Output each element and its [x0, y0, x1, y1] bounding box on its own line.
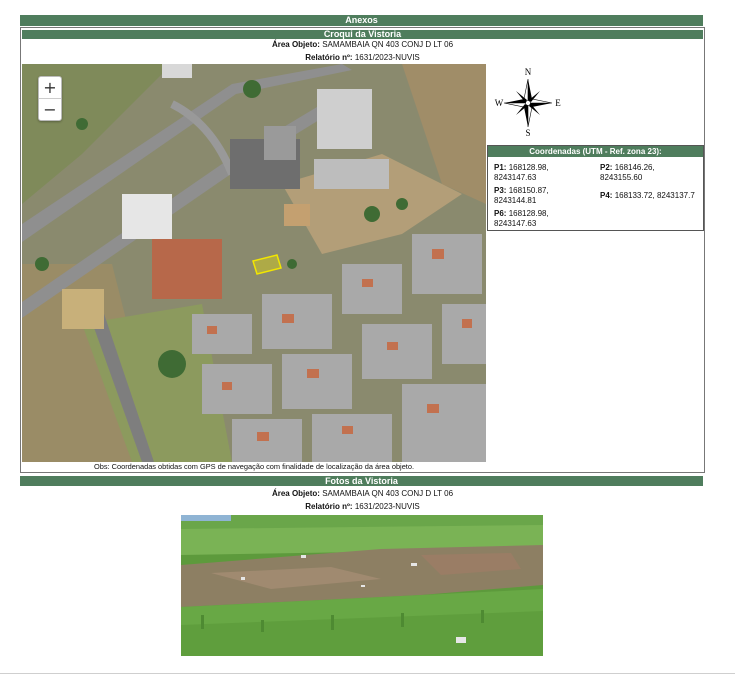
compass-rose: N S E W [494, 67, 562, 138]
page-divider [0, 673, 735, 674]
coord-p1-value: 168128.98, [508, 163, 549, 172]
fotos-area-value: SAMAMBAIA QN 403 CONJ D LT 06 [322, 489, 454, 498]
croqui-area-value: SAMAMBAIA QN 403 CONJ D LT 06 [322, 40, 454, 49]
croqui-header: Croqui da Vistoria [22, 30, 703, 39]
coord-p6-value: 168128.98, [508, 209, 549, 218]
coord-p2-value: 168146.26, [614, 163, 655, 172]
compass-rose-icon: N S E W [495, 67, 562, 138]
compass-s: S [525, 128, 530, 137]
croqui-relatorio-label: Relatório nº: [305, 53, 353, 62]
coord-p6-label: P6: [494, 209, 507, 218]
coord-p6: P6: 168128.98, 8243147.63 [494, 209, 549, 229]
coord-p2-value2: 8243155.60 [600, 173, 643, 182]
coord-p1: P1: 168128.98, 8243147.63 [494, 163, 549, 183]
fotos-title: Fotos da Vistoria [325, 476, 398, 486]
fotos-relatorio-label: Relatório nº: [305, 502, 353, 511]
compass-n: N [525, 67, 532, 77]
fotos-header: Fotos da Vistoria [20, 476, 703, 486]
satellite-map[interactable]: + − [22, 64, 486, 462]
compass-e: E [555, 98, 561, 108]
coord-p4-value: 168133.72, 8243137.7 [614, 191, 695, 200]
coord-p3: P3: 168150.87, 8243144.81 [494, 186, 549, 206]
coord-p4: P4: 168133.72, 8243137.7 [600, 191, 695, 201]
croqui-title: Croqui da Vistoria [323, 29, 402, 39]
fotos-area-label: Área Objeto: [271, 489, 320, 498]
fotos-relatorio-value: 1631/2023-NUVIS [354, 502, 420, 511]
site-photo-image [181, 515, 543, 656]
croqui-area-line: Área Objeto: SAMAMBAIA QN 403 CONJ D LT … [20, 40, 705, 50]
anexos-title: Anexos [345, 15, 378, 25]
fotos-relatorio-line: Relatório nº: 1631/2023-NUVIS [20, 502, 705, 512]
croqui-relatorio-line: Relatório nº: 1631/2023-NUVIS [20, 53, 705, 63]
coordinates-box: Coordenadas (UTM - Ref. zona 23): P1: 16… [487, 145, 704, 231]
croqui-relatorio-value: 1631/2023-NUVIS [354, 53, 420, 62]
anexos-header: Anexos [20, 15, 703, 26]
coord-p2: P2: 168146.26, 8243155.60 [600, 163, 655, 183]
croqui-area-label: Área Objeto: [271, 40, 320, 49]
coord-p1-label: P1: [494, 163, 507, 172]
coord-p3-value2: 8243144.81 [494, 196, 537, 205]
compass-w: W [495, 98, 504, 108]
map-imagery [22, 64, 486, 462]
zoom-control: + − [38, 76, 62, 121]
coord-p6-value2: 8243147.63 [494, 219, 537, 228]
coord-p4-label: P4: [600, 191, 613, 200]
zoom-out-button[interactable]: − [39, 99, 61, 120]
coord-p3-label: P3: [494, 186, 507, 195]
coord-p1-value2: 8243147.63 [494, 173, 537, 182]
zoom-in-button[interactable]: + [39, 77, 61, 99]
coord-p3-value: 168150.87, [508, 186, 549, 195]
fotos-area-line: Área Objeto: SAMAMBAIA QN 403 CONJ D LT … [20, 489, 705, 499]
site-photo [181, 515, 543, 656]
coordinates-title: Coordenadas (UTM - Ref. zona 23): [488, 146, 703, 157]
gps-observation: Obs: Coordenadas obtidas com GPS de nave… [93, 462, 415, 471]
coord-p2-label: P2: [600, 163, 613, 172]
